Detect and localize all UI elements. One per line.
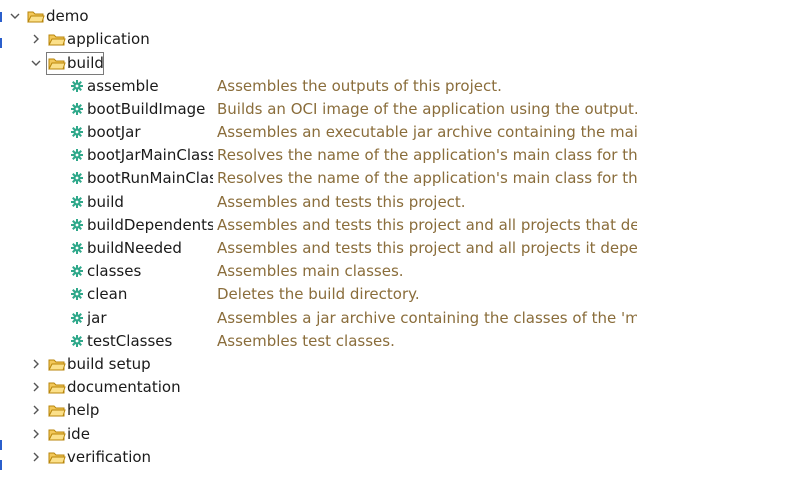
task-description: Resolves the name of the application's m… — [217, 169, 637, 188]
chevron-down-icon[interactable] — [31, 58, 41, 68]
chevron-right-icon[interactable] — [31, 429, 41, 439]
task-name: buildNeeded — [87, 239, 182, 257]
task-row-clean[interactable]: clean Deletes the build directory. — [0, 283, 800, 306]
chevron-right-icon[interactable] — [31, 382, 41, 392]
task-description: Assembles and tests this project and all… — [217, 215, 637, 234]
task-row-builddependents[interactable]: buildDependents Assembles and tests this … — [0, 214, 800, 237]
gear-icon — [71, 79, 83, 92]
gear-icon — [71, 265, 83, 278]
task-row-build[interactable]: build Assembles and tests this project. — [0, 191, 800, 214]
task-description: Assembles main classes. — [217, 262, 404, 281]
task-name: bootRunMainClas — [87, 169, 213, 188]
folder-icon — [48, 452, 66, 464]
task-name: classes — [87, 262, 142, 281]
folder-icon — [48, 58, 66, 70]
task-description: Assembles test classes. — [217, 331, 395, 350]
edge-marker — [0, 12, 2, 22]
task-description: Assembles and tests this project. — [217, 192, 466, 211]
tree-node-label: build — [67, 54, 104, 72]
task-description: Assembles the outputs of this project. — [217, 76, 502, 95]
tree-node-label: ide — [67, 424, 90, 443]
task-row-bootjar[interactable]: bootJar Assembles an executable jar archi… — [0, 121, 800, 144]
tree-node-label: demo — [46, 7, 89, 25]
gear-icon — [71, 218, 83, 231]
tree-node-label: help — [67, 401, 100, 420]
task-name: bootBuildImage — [87, 99, 206, 118]
task-row-testclasses[interactable]: testClasses Assembles test classes. — [0, 330, 800, 353]
gear-icon — [71, 102, 83, 115]
chevron-right-icon[interactable] — [31, 405, 41, 415]
chevron-right-icon[interactable] — [31, 359, 41, 369]
folder-icon — [48, 382, 66, 394]
chevron-right-icon[interactable] — [31, 452, 41, 462]
edge-marker — [0, 440, 2, 450]
chevron-down-icon[interactable] — [10, 11, 20, 21]
task-description: Resolves the name of the application's m… — [217, 146, 637, 165]
task-row-assemble[interactable]: assemble Assembles the outputs of this pr… — [0, 75, 800, 98]
gear-icon — [71, 242, 83, 254]
task-row-jar[interactable]: jar Assembles a jar archive containing th… — [0, 307, 800, 330]
folder-icon — [48, 359, 66, 371]
tree-node-label: application — [67, 30, 150, 49]
task-name: jar — [87, 308, 107, 327]
task-row-bootjarmainclass[interactable]: bootJarMainClass Resolves the name of the… — [0, 144, 800, 167]
folder-icon — [48, 429, 66, 441]
task-description: Builds an OCI image of the application u… — [217, 99, 637, 118]
gear-icon — [71, 172, 83, 185]
task-name: bootJarMainClass — [87, 146, 213, 165]
task-name: clean — [87, 285, 128, 304]
task-row-buildneeded[interactable]: buildNeeded Assembles and tests this proj… — [0, 237, 800, 260]
gradle-tasks-tree: demo application build assemble Assembles… — [0, 0, 800, 488]
task-description: Deletes the build directory. — [217, 285, 420, 304]
task-name: bootJar — [87, 123, 141, 141]
gear-icon — [71, 195, 83, 208]
chevron-right-icon[interactable] — [31, 34, 41, 44]
task-name: testClasses — [87, 331, 173, 350]
folder-icon — [27, 11, 45, 23]
task-row-bootbuildimage[interactable]: bootBuildImage Builds an OCI image of the… — [0, 98, 800, 121]
tree-node-label: documentation — [67, 378, 181, 397]
gear-icon — [71, 126, 83, 138]
folder-icon — [48, 405, 66, 417]
task-name: buildDependents — [87, 215, 213, 234]
edge-marker — [0, 460, 2, 470]
folder-icon — [48, 34, 66, 46]
task-name: assemble — [87, 76, 159, 95]
tree-node-label: build setup — [67, 355, 151, 373]
gear-icon — [71, 334, 83, 347]
task-description: Assembles an executable jar archive cont… — [217, 123, 637, 141]
task-name: build — [87, 192, 124, 211]
tree-node-label: verification — [67, 447, 152, 466]
gear-icon — [71, 288, 83, 301]
task-row-bootrunmainclas[interactable]: bootRunMainClas Resolves the name of the … — [0, 167, 800, 190]
gear-icon — [71, 311, 83, 324]
task-description: Assembles and tests this project and all… — [217, 239, 637, 257]
task-description: Assembles a jar archive containing the c… — [217, 308, 637, 327]
edge-marker — [0, 38, 2, 48]
gear-icon — [71, 149, 83, 162]
task-row-classes[interactable]: classes Assembles main classes. — [0, 260, 800, 283]
